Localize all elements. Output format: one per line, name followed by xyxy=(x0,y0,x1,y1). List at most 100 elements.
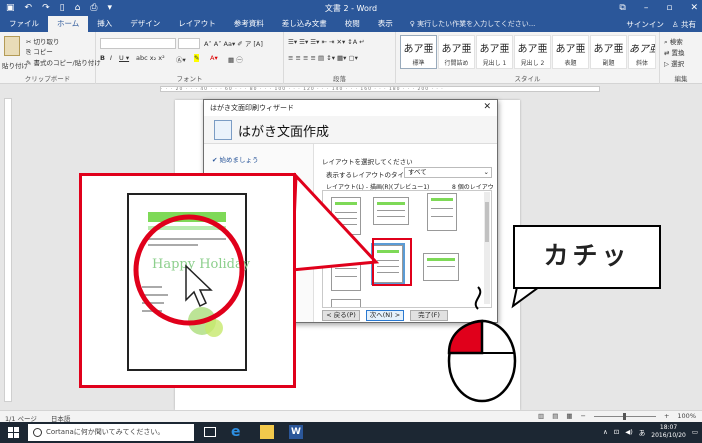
italic-button[interactable]: I xyxy=(110,54,112,62)
scroll-thumb[interactable] xyxy=(485,202,489,242)
tab-design[interactable]: デザイン xyxy=(121,16,169,32)
list-buttons[interactable]: ☰▾ ☰▾ ☰▾ ⇤ ⇥ ✕▾ ↕A ↵ xyxy=(288,38,365,46)
layout-thumb-5-selected[interactable] xyxy=(371,243,405,285)
style-no-spacing[interactable]: あア亜 行間詰め xyxy=(438,35,475,69)
style-subtitle[interactable]: あア亜 副題 xyxy=(590,35,627,69)
tab-insert[interactable]: 挿入 xyxy=(88,16,121,32)
font-color-button[interactable]: A▾ xyxy=(210,54,218,62)
tab-references[interactable]: 参考資料 xyxy=(225,16,273,32)
customize-qat-icon[interactable]: ▾ xyxy=(107,3,112,13)
postcard-icon xyxy=(214,120,232,140)
zoom-magnifier-box: Happy Holiday xyxy=(79,173,296,388)
tab-home[interactable]: ホーム xyxy=(48,16,89,32)
clear-format-icon[interactable]: ✐ xyxy=(237,40,242,48)
cortana-icon xyxy=(33,428,42,437)
maximize-icon[interactable]: ▫ xyxy=(666,3,672,13)
close-icon[interactable]: ✕ xyxy=(690,3,698,13)
cut-button[interactable]: ✂ 切り取り xyxy=(26,36,60,46)
paste-icon[interactable] xyxy=(4,36,20,56)
select-button[interactable]: ▷ 選択 xyxy=(664,58,684,68)
font-name-combo[interactable] xyxy=(100,38,176,49)
replace-icon: ⇄ xyxy=(664,49,672,57)
style-emphasis[interactable]: あア亜 斜体 xyxy=(628,35,656,69)
tab-review[interactable]: 校閲 xyxy=(336,16,369,32)
tab-file[interactable]: ファイル xyxy=(0,16,48,32)
new-doc-icon[interactable]: ▯ xyxy=(60,3,65,13)
text-effects-button[interactable]: Ⓐ▾ xyxy=(176,54,186,64)
clock[interactable]: 18:07 2016/10/20 xyxy=(651,424,686,440)
clock-date: 2016/10/20 xyxy=(651,432,686,439)
file-explorer-icon[interactable] xyxy=(260,425,274,439)
format-painter-button[interactable]: ✎ 書式のコピー/貼り付け xyxy=(26,57,101,67)
tab-layout[interactable]: レイアウト xyxy=(169,16,225,32)
bold-button[interactable]: B xyxy=(100,54,105,62)
clipboard-group-label: クリップボード xyxy=(24,75,71,83)
back-button[interactable]: < 戻る(P) xyxy=(322,310,360,321)
ime-mode[interactable]: あ xyxy=(639,427,646,437)
print-layout-icon[interactable]: ▤ xyxy=(552,412,558,420)
task-view-icon[interactable] xyxy=(204,427,216,437)
tab-mailings[interactable]: 差し込み文書 xyxy=(273,16,336,32)
replace-button[interactable]: ⇄ 置換 xyxy=(664,47,685,57)
layout-prompt: レイアウトを選択してください xyxy=(322,158,413,166)
minimize-icon[interactable]: – xyxy=(644,3,649,13)
style-heading-1[interactable]: あア亜 見出し 1 xyxy=(476,35,513,69)
dialog-close-icon[interactable]: ✕ xyxy=(483,102,491,112)
zoom-out-icon[interactable]: − xyxy=(581,412,586,420)
undo-icon[interactable]: ↶ xyxy=(25,3,33,13)
underline-button[interactable]: U ▾ xyxy=(119,54,129,62)
highlight-button[interactable]: ✎ xyxy=(194,54,200,62)
edge-icon[interactable]: e xyxy=(231,425,245,439)
strike-sub-sup-buttons[interactable]: abc x₂ x² xyxy=(136,54,165,62)
font-size-buttons[interactable]: A˄ A˅ Aa▾ ✐ ア [A] xyxy=(204,38,263,48)
chevron-down-icon: ⌄ xyxy=(483,168,489,176)
layout-type-select[interactable]: すべて ⌄ xyxy=(404,167,492,178)
wizard-buttons: < 戻る(P) 次へ(N) > 完了(F) xyxy=(322,310,448,321)
web-layout-icon[interactable]: ▦ xyxy=(566,412,572,420)
ribbon-display-options-icon[interactable]: ⧉ xyxy=(619,3,625,13)
char-shading-button[interactable]: ▦ ㊀ xyxy=(228,54,243,64)
share-button[interactable]: ♙ 共有 xyxy=(672,19,696,30)
network-icon[interactable]: ⊡ xyxy=(614,428,619,436)
zoom-slider[interactable] xyxy=(593,412,656,420)
style-normal[interactable]: あア亜 標準 xyxy=(400,35,437,69)
scissors-icon: ✂ xyxy=(26,38,34,46)
show-hidden-icons[interactable]: ∧ xyxy=(603,428,608,436)
style-title[interactable]: あア亜 表題 xyxy=(552,35,589,69)
read-mode-icon[interactable]: ▥ xyxy=(538,412,544,420)
print-preview-icon[interactable]: ⎙ xyxy=(90,3,97,13)
tab-view[interactable]: 表示 xyxy=(369,16,402,32)
align-buttons[interactable]: ≡ ≡ ≡ ≡ ▤ ↕▾ ▦▾ ▢▾ xyxy=(288,54,358,62)
font-size-combo[interactable] xyxy=(178,38,200,49)
zoom-level[interactable]: 100% xyxy=(677,412,696,420)
zoom-in-icon[interactable]: + xyxy=(664,412,669,420)
finish-button[interactable]: 完了(F) xyxy=(410,310,448,321)
notification-icon[interactable]: ▭ xyxy=(692,428,698,436)
layout-thumb-3[interactable] xyxy=(427,193,457,231)
layout-thumb-6[interactable] xyxy=(423,253,459,281)
cortana-search-box[interactable]: Cortanaに何か聞いてみてください。 xyxy=(28,424,194,441)
horizontal-ruler[interactable]: · · · 20 · · · 40 · · · 60 · · · 80 · · … xyxy=(0,84,702,94)
signin-link[interactable]: サインイン xyxy=(626,19,664,30)
find-button[interactable]: ⌕ 検索 xyxy=(664,36,683,47)
paste-button[interactable]: 貼り付け xyxy=(2,60,28,70)
save-icon[interactable]: ▣ xyxy=(6,3,15,13)
layout-thumb-1[interactable] xyxy=(331,197,361,235)
char-border-icon[interactable]: [A] xyxy=(253,40,263,48)
layout-thumb-7[interactable] xyxy=(331,299,361,307)
windows-start-icon[interactable] xyxy=(8,427,19,438)
copy-button[interactable]: ⎘ コピー xyxy=(26,46,53,57)
layout-thumb-4[interactable] xyxy=(331,253,361,291)
volume-icon[interactable]: ◀) xyxy=(625,428,633,436)
brush-icon: ✎ xyxy=(26,59,34,67)
tell-me-box[interactable]: ♀ 実行したい作業を入力してください... xyxy=(402,19,536,29)
layout-thumb-2[interactable] xyxy=(373,197,409,225)
word-taskbar-icon[interactable]: W xyxy=(289,425,303,439)
zoomed-layout-preview: Happy Holiday xyxy=(127,193,251,371)
style-heading-2[interactable]: あア亜 見出し 2 xyxy=(514,35,551,69)
redo-icon[interactable]: ↷ xyxy=(42,3,50,13)
step-getting-started[interactable]: ✔ 始めましょう xyxy=(212,154,259,164)
vertical-ruler[interactable] xyxy=(4,98,12,402)
next-button[interactable]: 次へ(N) > xyxy=(366,310,404,321)
open-icon[interactable]: ⌂ xyxy=(75,3,81,13)
